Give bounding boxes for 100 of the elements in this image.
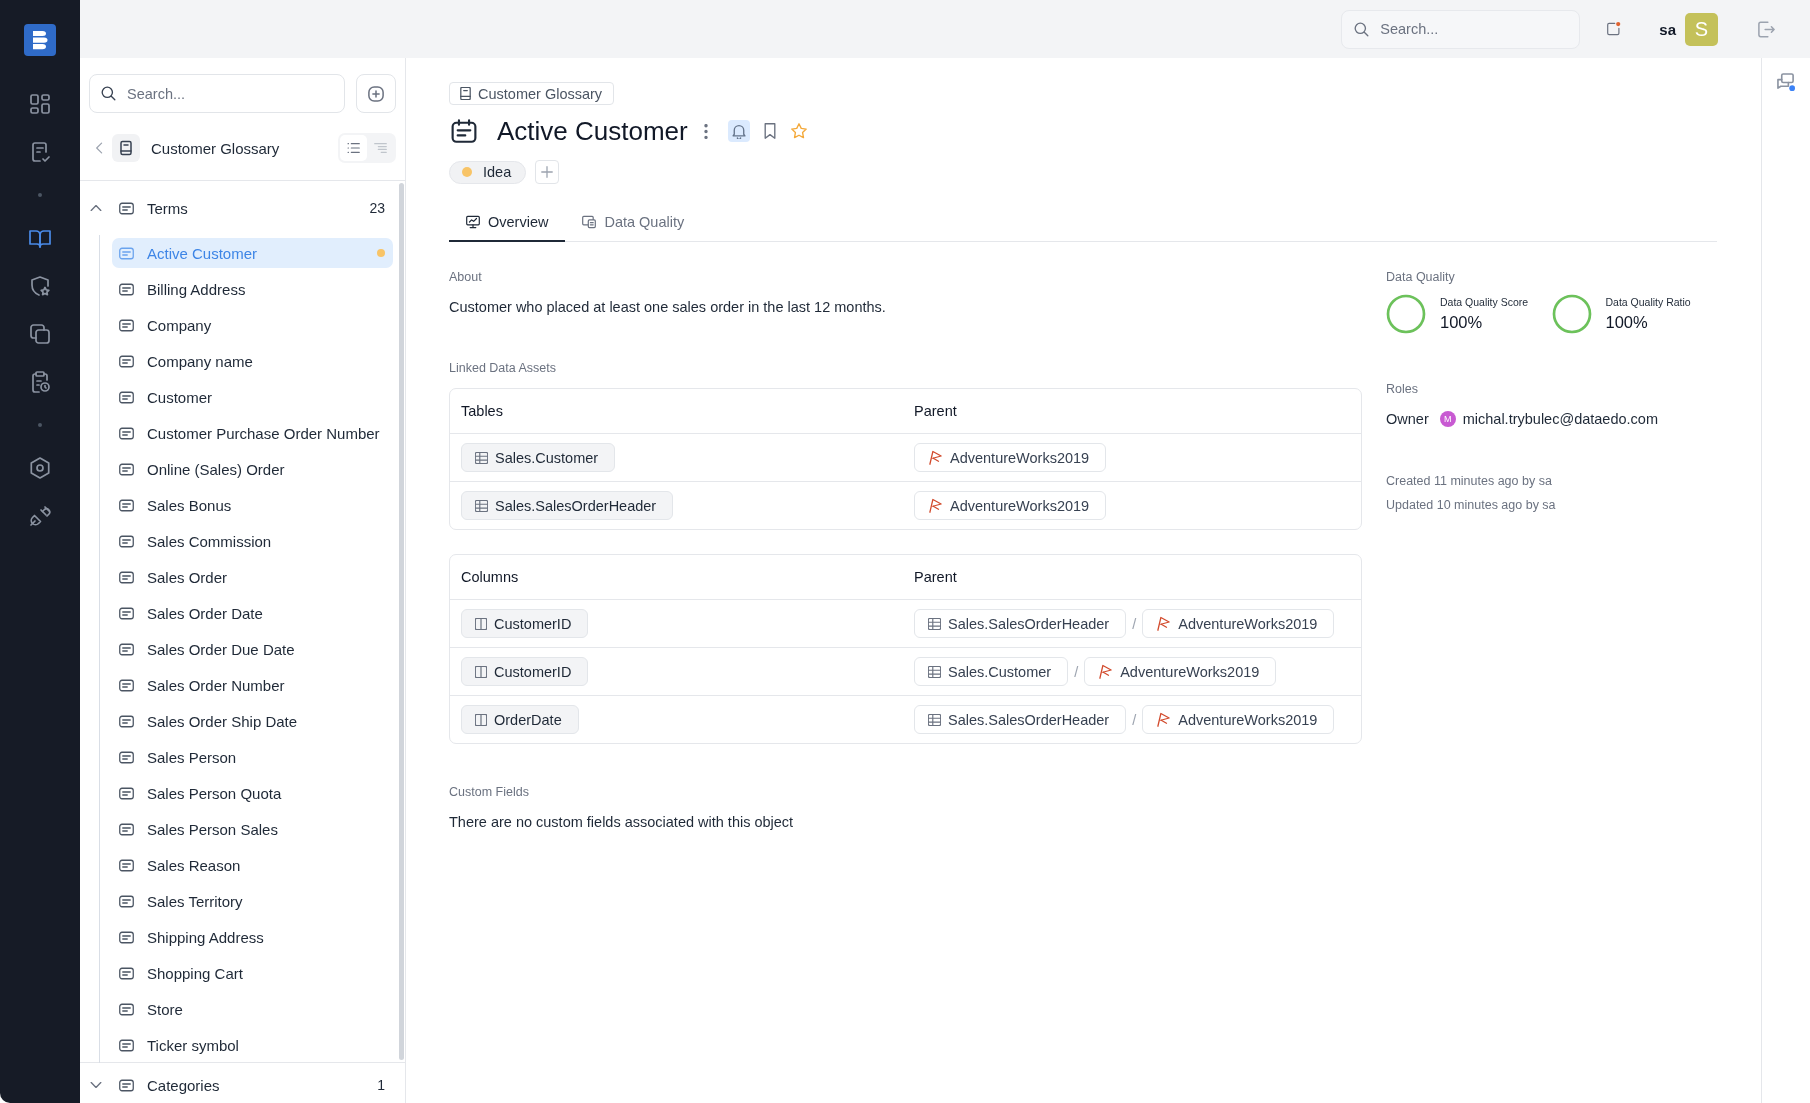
screens-icon [582, 215, 597, 229]
tab[interactable]: Overview [449, 204, 566, 242]
role-label: Owner [1386, 411, 1429, 427]
list-icon [347, 142, 360, 154]
tree-item[interactable]: Sales Territory [112, 886, 393, 916]
tree-item[interactable]: Sales Bonus [112, 490, 393, 520]
more-icon[interactable] [703, 123, 708, 139]
history-text: Updated 10 minutes ago by sa [1386, 497, 1557, 514]
tree-group-label[interactable]: Categories [147, 1076, 378, 1094]
dashboard-icon[interactable] [29, 93, 51, 115]
tree-item[interactable]: Sales Order [112, 562, 393, 592]
tree-item[interactable]: Billing Address [112, 274, 393, 304]
database-link[interactable]: AdventureWorks2019 [914, 443, 1107, 472]
table-link[interactable]: Sales.SalesOrderHeader [461, 491, 674, 520]
search-field[interactable]: Search... [89, 74, 345, 113]
tree-item[interactable]: Store [112, 994, 393, 1024]
tab[interactable]: Data Quality [565, 204, 702, 242]
tree-item[interactable]: Sales Person [112, 742, 393, 772]
tree-item[interactable]: Company [112, 310, 393, 340]
tree-item[interactable]: Sales Person Quota [112, 778, 393, 808]
metric-value: 100% [1440, 313, 1484, 332]
book-icon[interactable] [29, 227, 51, 249]
search-field[interactable]: Search... [1341, 9, 1581, 49]
pennant-icon [928, 498, 943, 513]
path-separator: / [1132, 711, 1137, 728]
text-card-icon [119, 822, 134, 836]
text-card-icon [119, 1038, 134, 1052]
notification-icon[interactable] [1607, 22, 1622, 36]
document-check-icon[interactable] [29, 141, 51, 163]
text-card-icon [119, 1002, 134, 1016]
table-link[interactable]: Sales.SalesOrderHeader [914, 705, 1127, 734]
tree-item[interactable]: Sales Person Sales [112, 814, 393, 844]
section-label: Data Quality [1386, 269, 1456, 286]
tree-item[interactable]: Sales Order Due Date [112, 634, 393, 664]
star-icon[interactable] [790, 123, 807, 139]
empty-state-text: There are no custom fields associated with this object [449, 813, 795, 832]
chevron-up-icon[interactable] [90, 204, 102, 212]
book-icon [112, 134, 140, 162]
page-title: Active Customer [497, 115, 688, 147]
database-link[interactable]: AdventureWorks2019 [914, 491, 1107, 520]
section-label: Custom Fields [449, 784, 530, 801]
table-link[interactable]: Sales.Customer [914, 657, 1069, 686]
separator-dot-icon [38, 193, 42, 197]
tree-item[interactable]: Sales Order Date [112, 598, 393, 628]
quality-ring [1386, 294, 1426, 334]
column-header: Columns [461, 569, 520, 585]
comments-icon[interactable] [1776, 73, 1796, 91]
tree-item[interactable]: Customer Purchase Order Number [112, 418, 393, 448]
bookmark-icon[interactable] [763, 123, 776, 139]
watch-button[interactable] [727, 120, 750, 142]
tree-item[interactable]: Shipping Address [112, 922, 393, 952]
table-icon [928, 665, 941, 678]
table-link[interactable]: Sales.SalesOrderHeader [914, 609, 1127, 638]
add-button[interactable] [356, 74, 396, 113]
clipboard-clock-icon[interactable] [29, 371, 51, 393]
text-card-icon [119, 570, 134, 584]
column-link[interactable]: OrderDate [461, 705, 579, 734]
text-card-icon [119, 678, 134, 692]
status-tag[interactable]: Idea [449, 160, 527, 184]
view-button[interactable] [340, 135, 367, 161]
tree-item[interactable]: Ticker symbol [112, 1030, 393, 1060]
item-count: 23 [369, 200, 385, 216]
tree-item[interactable]: Sales Order Number [112, 670, 393, 700]
column-link[interactable]: CustomerID [461, 609, 589, 638]
tree-group-label[interactable]: Terms [147, 199, 370, 217]
database-link[interactable]: AdventureWorks2019 [1084, 657, 1277, 686]
text-card-icon [119, 750, 134, 764]
column-link[interactable]: CustomerID [461, 657, 589, 686]
tree-item[interactable]: Company name [112, 346, 393, 376]
database-link[interactable]: AdventureWorks2019 [1142, 609, 1335, 638]
tree-item[interactable]: Sales Order Ship Date [112, 706, 393, 736]
text-card-icon [119, 606, 134, 620]
tree-item[interactable]: Sales Commission [112, 526, 393, 556]
settings-icon[interactable] [29, 457, 51, 479]
logo-icon[interactable] [24, 24, 56, 56]
text-card-icon [119, 201, 134, 215]
text-card-icon [119, 642, 134, 656]
text-card-icon [119, 930, 134, 944]
text-card-icon [119, 498, 134, 512]
tree-item[interactable]: Sales Reason [112, 850, 393, 880]
text-card-icon [119, 534, 134, 548]
database-link[interactable]: AdventureWorks2019 [1142, 705, 1335, 734]
breadcrumb-link[interactable]: Customer Glossary [449, 82, 615, 105]
shield-star-icon[interactable] [29, 275, 51, 297]
scrollbar[interactable] [399, 183, 404, 1060]
text-card-icon [119, 246, 134, 260]
bell-icon [731, 123, 746, 139]
table-icon [928, 617, 941, 630]
copy-icon[interactable] [29, 323, 51, 345]
plug-icon[interactable] [29, 505, 51, 527]
tree-item[interactable]: Shopping Cart [112, 958, 393, 988]
path-separator: / [1132, 615, 1137, 632]
tree-item[interactable]: Customer [112, 382, 393, 412]
chevron-down-icon[interactable] [90, 1081, 102, 1089]
presentation-icon [466, 215, 480, 229]
text-card-icon [119, 966, 134, 980]
description-text: Customer who placed at least one sales order in the last 12 months. [449, 298, 887, 317]
table-link[interactable]: Sales.Customer [461, 443, 616, 472]
tree-item[interactable]: Online (Sales) Order [112, 454, 393, 484]
section-label: Roles [1386, 381, 1419, 398]
